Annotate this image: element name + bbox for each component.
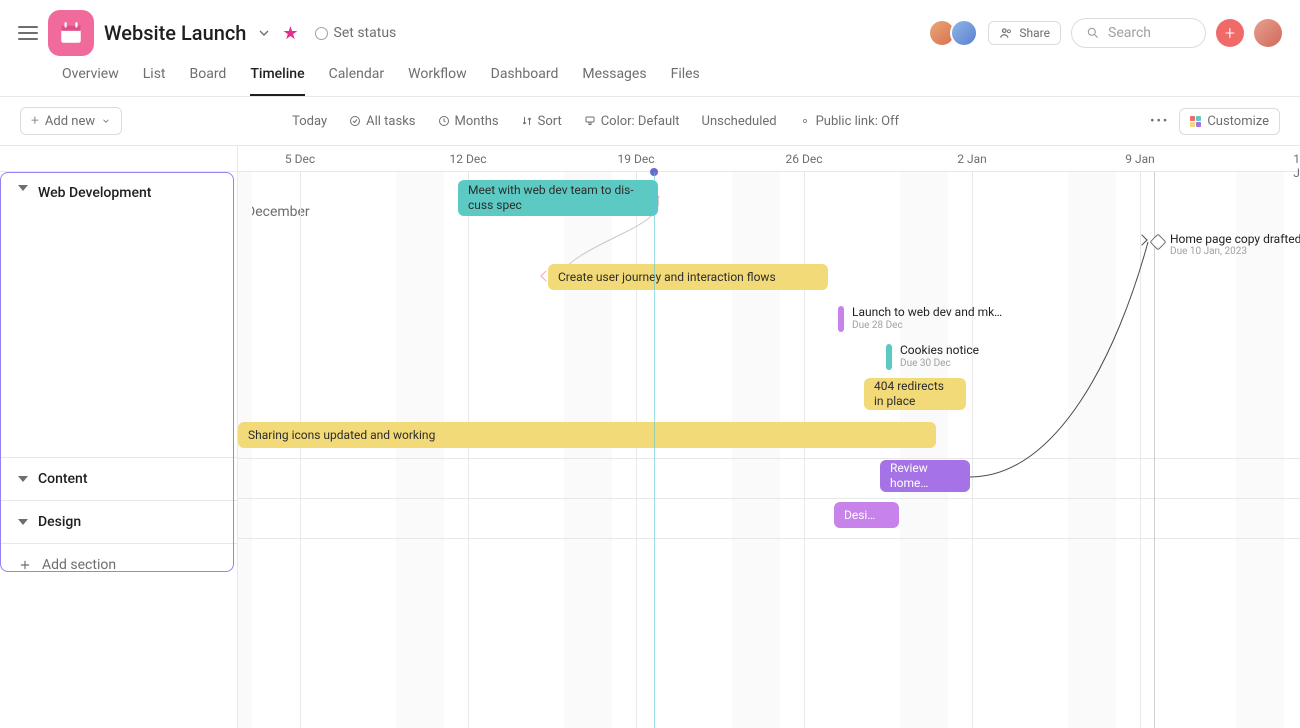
date-header: 5 Dec12 Dec19 Dec26 Dec2 Jan9 Jan16 J <box>238 146 1300 172</box>
project-title[interactable]: Website Launch <box>104 21 246 45</box>
caret-down-icon <box>18 185 28 191</box>
chevron-down-icon[interactable] <box>256 25 272 41</box>
public-link-button[interactable]: Public link: Off <box>799 114 899 129</box>
sort-button[interactable]: Sort <box>521 114 562 129</box>
date-label: 12 Dec <box>450 152 487 166</box>
add-new-label: Add new <box>45 114 95 129</box>
date-label: 5 Dec <box>285 152 315 166</box>
search-input[interactable]: Search <box>1071 18 1206 48</box>
unscheduled-button[interactable]: Unscheduled <box>702 114 777 129</box>
caret-down-icon <box>18 519 28 525</box>
project-tabs: Overview List Board Timeline Calendar Wo… <box>0 56 1300 97</box>
task-meet-web-dev[interactable]: Meet with web dev team to dis­cuss spec <box>458 180 658 216</box>
sections-sidebar: Web Development Content Design Add secti… <box>0 146 238 728</box>
people-icon <box>999 26 1013 40</box>
date-label: 19 Dec <box>618 152 655 166</box>
set-status-label: Set status <box>334 25 397 41</box>
members-avatars[interactable] <box>928 19 978 47</box>
paint-icon <box>584 115 596 127</box>
customize-button[interactable]: Customize <box>1179 108 1280 135</box>
today-button[interactable]: Today <box>292 114 327 129</box>
tab-overview[interactable]: Overview <box>62 66 119 96</box>
date-label: 16 J <box>1293 152 1300 180</box>
more-icon[interactable]: ••• <box>1150 114 1169 129</box>
link-icon <box>799 115 811 127</box>
tab-dashboard[interactable]: Dashboard <box>491 66 559 96</box>
checkcircle-icon <box>349 115 361 127</box>
sort-icon <box>521 115 533 127</box>
grid-icon <box>1190 116 1201 127</box>
search-placeholder: Search <box>1108 25 1151 41</box>
task-design-trunc[interactable]: Desi… <box>834 502 899 528</box>
tab-messages[interactable]: Messages <box>582 66 646 96</box>
add-new-button[interactable]: + Add new <box>20 107 122 135</box>
today-line <box>654 172 655 728</box>
tab-timeline[interactable]: Timeline <box>250 66 304 96</box>
tab-list[interactable]: List <box>143 66 166 96</box>
calendar-icon <box>438 115 450 127</box>
tab-workflow[interactable]: Workflow <box>408 66 467 96</box>
timeline-toolbar: + Add new Today All tasks Months Sort Co… <box>0 97 1300 146</box>
menu-icon[interactable] <box>18 26 38 40</box>
section-content[interactable]: Content <box>0 458 237 501</box>
section-design[interactable]: Design <box>0 501 237 544</box>
milestone-home-page-copy[interactable]: Home page copy drafted Due 10 Jan, 2023 <box>1152 236 1164 248</box>
tab-board[interactable]: Board <box>190 66 227 96</box>
task-404-redirects[interactable]: 404 redirects in place <box>864 378 966 410</box>
add-section-button[interactable]: Add section <box>0 544 237 586</box>
task-sharing-icons[interactable]: Sharing icons updated and working <box>238 422 936 448</box>
task-launch-mktg[interactable]: Launch to web dev and mk… Due 28 Dec <box>838 306 1002 332</box>
date-label: 26 Dec <box>786 152 823 166</box>
task-cookies-notice[interactable]: Cookies notice Due 30 Dec <box>886 344 979 370</box>
avatar <box>950 19 978 47</box>
plus-icon <box>18 558 32 572</box>
color-pill <box>886 344 892 370</box>
status-circle-icon <box>315 27 328 40</box>
date-label: 2 Jan <box>957 152 987 166</box>
search-icon <box>1086 26 1100 40</box>
dependency-arrow-icon <box>1136 234 1147 245</box>
tab-files[interactable]: Files <box>671 66 700 96</box>
project-icon[interactable] <box>48 10 94 56</box>
set-status-button[interactable]: Set status <box>315 25 397 41</box>
tab-calendar[interactable]: Calendar <box>329 66 385 96</box>
color-button[interactable]: Color: Default <box>584 114 680 129</box>
section-web-development[interactable]: Web Development <box>0 172 237 458</box>
color-pill <box>838 306 844 332</box>
caret-down-icon <box>18 476 28 482</box>
diamond-icon <box>1150 234 1167 251</box>
chevron-down-icon <box>101 116 111 126</box>
global-add-button[interactable]: + <box>1216 19 1244 47</box>
top-header: Website Launch ★ Set status Share Search… <box>0 0 1300 56</box>
date-label: 9 Jan <box>1125 152 1155 166</box>
zoom-months[interactable]: Months <box>438 114 499 129</box>
all-tasks-filter[interactable]: All tasks <box>349 114 415 129</box>
share-label: Share <box>1019 26 1050 40</box>
task-user-journey[interactable]: Create user journey and interaction flow… <box>548 264 828 290</box>
share-button[interactable]: Share <box>988 21 1061 45</box>
task-review-home[interactable]: Review home… <box>880 460 970 492</box>
current-user-avatar[interactable] <box>1254 19 1282 47</box>
star-icon[interactable]: ★ <box>282 23 298 44</box>
timeline-canvas[interactable]: 5 Dec 12 Dec 19 Dec 26 Dec 2 Jan 9 Jan 16 J Me… <box>238 146 1300 728</box>
